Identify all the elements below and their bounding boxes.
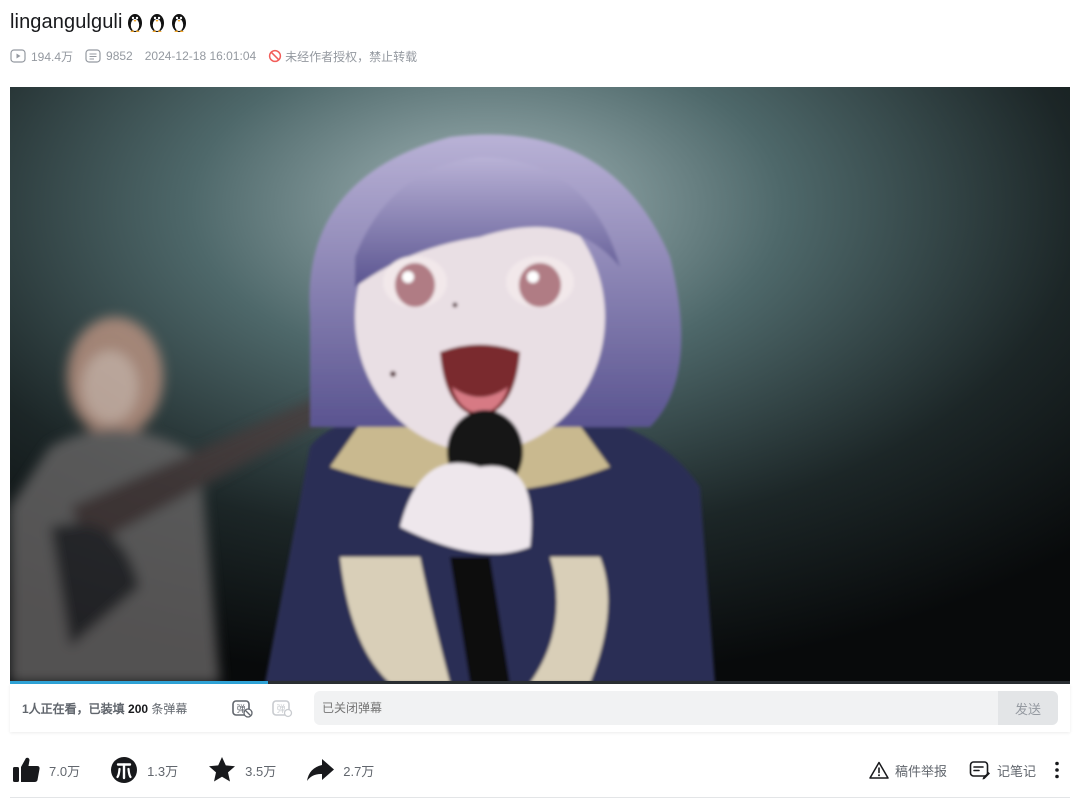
share-arrow-icon: [304, 754, 336, 786]
penguin-icon: [149, 14, 164, 32]
danmaku-count-value: 9852: [106, 49, 133, 63]
danmaku-send-button[interactable]: 发送: [998, 691, 1058, 725]
more-button[interactable]: [1054, 760, 1066, 780]
notes-button[interactable]: 记笔记: [969, 760, 1036, 780]
watching-text: 1人正在看，已装填: [22, 701, 125, 716]
video-toolbar: 7.0万 1.3万 3.5万 2.7万 稿件举报 记笔记: [10, 752, 1070, 788]
copyright-text: 未经作者授权，禁止转载: [285, 49, 418, 64]
danmaku-toggle-button[interactable]: 弹: [230, 696, 254, 720]
like-button[interactable]: 7.0万: [10, 754, 80, 786]
danmaku-input[interactable]: [314, 691, 1000, 725]
video-player[interactable]: [10, 87, 1070, 683]
copyright-notice: 未经作者授权，禁止转载: [268, 48, 417, 65]
coin-button[interactable]: 1.3万: [108, 754, 178, 786]
view-count: 194.4万: [10, 48, 73, 65]
thumbs-up-icon: [10, 754, 42, 786]
danmaku-count-icon: [85, 49, 101, 63]
share-count: 2.7万: [343, 763, 375, 779]
star-icon: [206, 754, 238, 786]
penguin-icon: [171, 14, 186, 32]
more-vertical-icon: [1055, 761, 1059, 779]
coin-count: 1.3万: [147, 763, 179, 779]
toolbar-right: 稿件举报 记笔记: [847, 752, 1070, 788]
share-button[interactable]: 2.7万: [304, 754, 374, 786]
notes-label: 记笔记: [996, 763, 1036, 779]
notes-icon: [969, 761, 990, 780]
penguin-icon: [127, 14, 142, 32]
loaded-count: 200: [128, 701, 149, 716]
coin-icon: [108, 754, 140, 786]
play-count-icon: [10, 49, 26, 63]
report-label: 稿件举报: [894, 763, 947, 779]
section-divider: [10, 797, 1070, 798]
report-button[interactable]: 稿件举报: [869, 761, 947, 780]
danmaku-settings-button[interactable]: 弹: [270, 696, 294, 720]
warning-icon: [869, 761, 889, 779]
view-count-value: 194.4万: [31, 49, 74, 64]
danmaku-status: 1人正在看，已装填 200 条弹幕: [22, 700, 230, 717]
loaded-suffix: 条弹幕: [151, 701, 188, 716]
publish-date: 2024-12-18 16:01:04: [144, 49, 257, 63]
no-repost-icon: [269, 49, 282, 63]
video-title: lingangulguli: [10, 10, 123, 33]
favorite-count: 3.5万: [245, 763, 277, 779]
danmaku-bar: 1人正在看，已装填 200 条弹幕 弹 弹 发送: [10, 684, 1070, 732]
video-meta: 194.4万 9852 2024-12-18 16:01:04 未经作者授权，禁…: [10, 47, 417, 65]
danmaku-count: 9852: [85, 49, 133, 63]
like-count: 7.0万: [49, 763, 81, 779]
danmaku-off-icon: 弹: [232, 700, 253, 718]
favorite-button[interactable]: 3.5万: [206, 754, 276, 786]
danmaku-settings-icon: 弹: [272, 700, 293, 718]
video-frame: [10, 87, 1070, 683]
title-row: lingangulguli: [10, 8, 189, 36]
title-emoji-group: [125, 11, 189, 33]
